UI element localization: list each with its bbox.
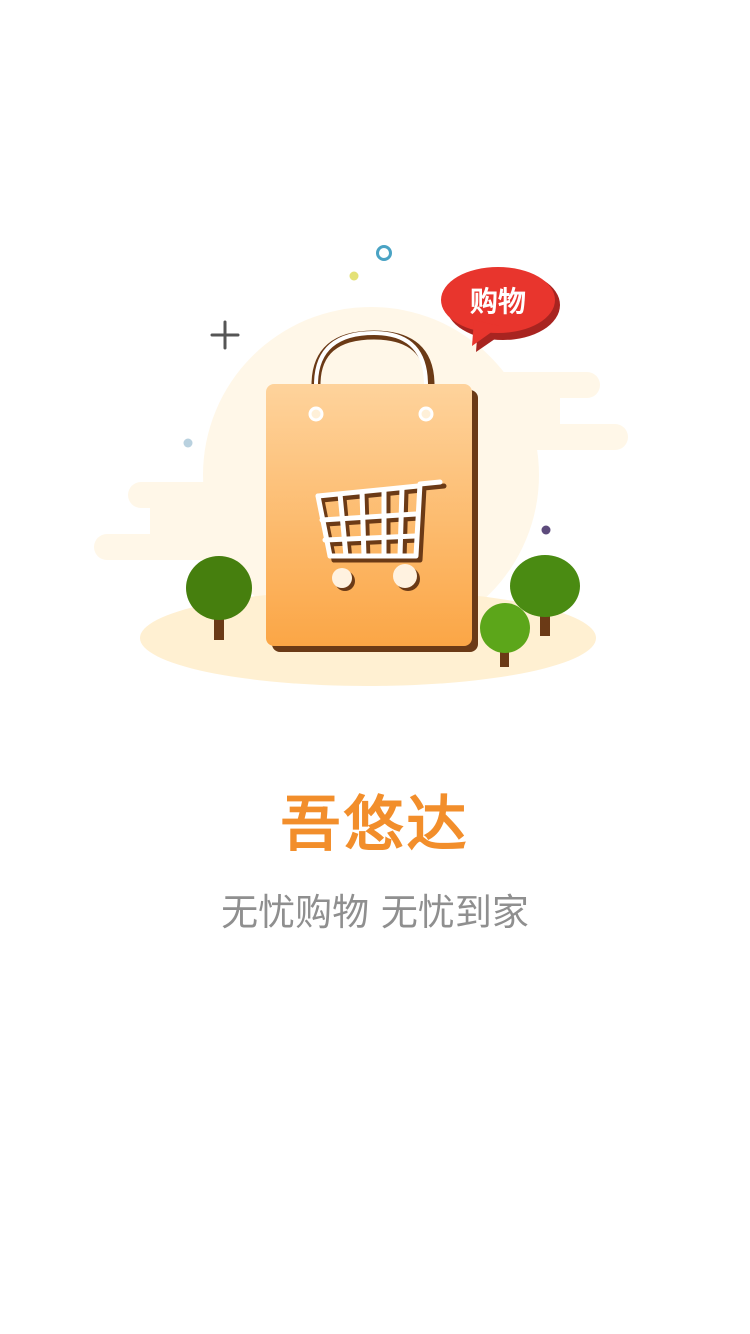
splash-illustration: 购物: [0, 230, 750, 700]
app-tagline: 无忧购物 无忧到家: [221, 891, 529, 934]
bag-eyelet-right: [418, 406, 434, 422]
decor-dot-yellow: [349, 271, 359, 281]
app-name: 吾悠达: [280, 790, 470, 860]
decor-plus: [210, 320, 240, 350]
bubble-text: 购物: [470, 285, 526, 318]
bag-eyelet-left: [308, 406, 324, 422]
decor-dot-blue: [183, 438, 193, 448]
decor-dot-purple: [541, 525, 551, 535]
decor-ring: [376, 245, 392, 261]
